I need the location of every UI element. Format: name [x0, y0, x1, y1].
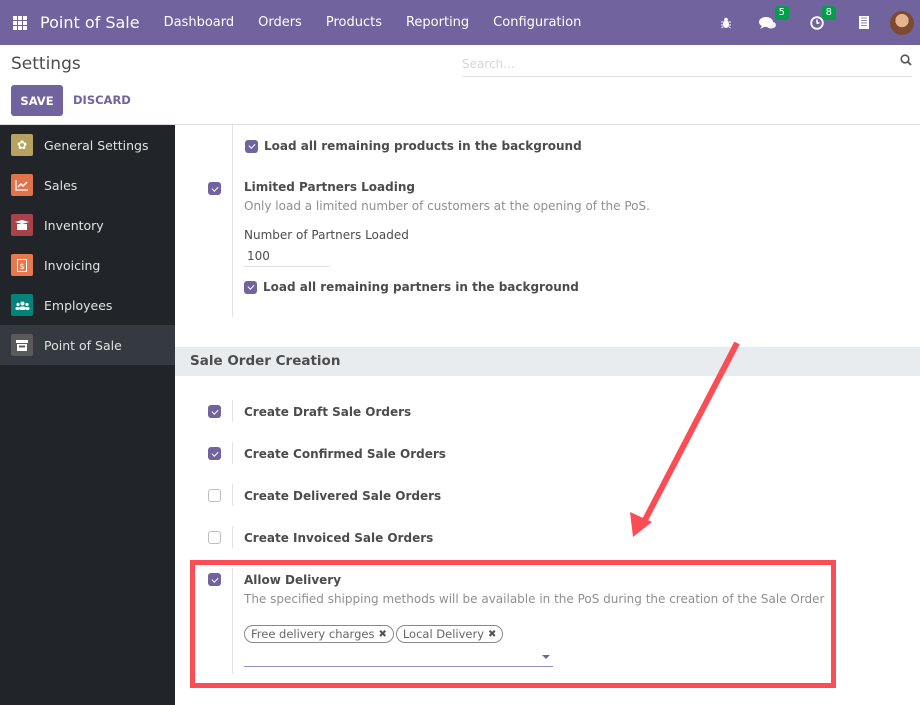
create-confirmed-label: Create Confirmed Sale Orders	[244, 447, 446, 461]
nav-dashboard[interactable]: Dashboard	[152, 15, 247, 30]
box-icon	[11, 214, 33, 236]
shipping-methods-dropdown[interactable]	[244, 649, 553, 667]
shipping-methods-tags: Free delivery charges ✖ Local Delivery ✖	[244, 625, 825, 643]
svg-text:$: $	[19, 262, 24, 271]
partners-loaded-input[interactable]	[244, 246, 330, 267]
tag-label: Free delivery charges	[251, 627, 375, 641]
load-partners-bg-setting: Load all remaining partners in the backg…	[244, 280, 650, 294]
control-panel: Settings SAVE DISCARD	[0, 45, 920, 125]
partners-loaded-field-label: Number of Partners Loaded	[244, 228, 409, 242]
users-icon	[11, 294, 33, 316]
settings-content: Load all remaining products in the backg…	[175, 125, 920, 705]
gear-icon: ✿	[11, 134, 33, 156]
limited-partners-description: Only load a limited number of customers …	[244, 199, 650, 213]
remove-tag-icon[interactable]: ✖	[378, 629, 386, 640]
activities-clock-icon[interactable]: 8	[810, 5, 836, 30]
tag-free-delivery-charges: Free delivery charges ✖	[244, 625, 394, 643]
create-confirmed-checkbox[interactable]	[208, 447, 221, 460]
activities-count-badge: 8	[821, 5, 836, 20]
allow-delivery-description: The specified shipping methods will be a…	[244, 592, 825, 606]
sidebar-item-label: General Settings	[44, 137, 149, 153]
create-draft-checkbox[interactable]	[208, 405, 221, 418]
allow-delivery-checkbox[interactable]	[208, 573, 221, 586]
invoice-icon: $	[11, 254, 33, 276]
sidebar-item-label: Invoicing	[44, 257, 101, 273]
nav-orders[interactable]: Orders	[246, 15, 314, 30]
setting-divider	[232, 177, 233, 317]
tag-local-delivery: Local Delivery ✖	[395, 625, 504, 643]
settings-sidebar: ✿ General Settings Sales Inventory $ Inv…	[0, 125, 175, 705]
top-navbar: Point of Sale Dashboard Orders Products …	[0, 0, 920, 45]
sidebar-item-label: Point of Sale	[44, 337, 122, 353]
load-partners-bg-label: Load all remaining partners in the backg…	[263, 280, 579, 294]
sidebar-item-sales[interactable]: Sales	[0, 165, 175, 205]
create-invoiced-label: Create Invoiced Sale Orders	[244, 531, 434, 545]
debug-bug-icon[interactable]	[720, 17, 732, 29]
search-box	[462, 53, 912, 77]
setting-divider	[232, 442, 233, 464]
sidebar-item-employees[interactable]: Employees	[0, 285, 175, 325]
search-input[interactable]	[462, 53, 882, 75]
discard-button[interactable]: DISCARD	[73, 93, 131, 107]
store-icon	[11, 334, 33, 356]
messages-count-badge: 5	[774, 5, 789, 20]
sidebar-item-label: Employees	[44, 297, 113, 313]
limited-partners-checkbox[interactable]	[208, 182, 221, 195]
sidebar-item-general-settings[interactable]: ✿ General Settings	[0, 125, 175, 165]
sidebar-item-label: Sales	[44, 177, 78, 193]
section-header-sale-order-creation: Sale Order Creation	[175, 347, 920, 376]
load-products-bg-checkbox[interactable]	[245, 139, 258, 153]
create-draft-label: Create Draft Sale Orders	[244, 405, 412, 419]
save-button[interactable]: SAVE	[11, 85, 63, 116]
sidebar-item-label: Inventory	[44, 217, 104, 233]
app-brand[interactable]: Point of Sale	[40, 13, 140, 32]
messages-icon[interactable]: 5	[759, 5, 789, 30]
nav-configuration[interactable]: Configuration	[481, 15, 593, 30]
sidebar-item-point-of-sale[interactable]: Point of Sale	[0, 325, 175, 365]
tag-label: Local Delivery	[402, 627, 485, 641]
create-delivered-checkbox[interactable]	[208, 489, 221, 502]
search-icon[interactable]	[900, 54, 912, 69]
load-products-bg-label: Load all remaining products in the backg…	[264, 139, 582, 153]
nav-products[interactable]: Products	[314, 15, 394, 30]
setting-divider	[232, 400, 233, 422]
setting-divider	[232, 568, 233, 674]
chart-line-icon	[11, 174, 33, 196]
allow-delivery-label: Allow Delivery	[244, 573, 342, 587]
setting-divider	[232, 484, 233, 506]
load-products-bg-setting: Load all remaining products in the backg…	[245, 139, 582, 153]
page-title: Settings	[11, 54, 81, 74]
load-partners-bg-checkbox[interactable]	[244, 280, 257, 294]
nav-reporting[interactable]: Reporting	[394, 15, 481, 30]
create-delivered-label: Create Delivered Sale Orders	[244, 489, 442, 503]
remove-tag-icon[interactable]: ✖	[488, 629, 496, 640]
allow-delivery-setting: Allow Delivery The specified shipping me…	[244, 573, 825, 667]
sidebar-item-inventory[interactable]: Inventory	[0, 205, 175, 245]
create-invoiced-checkbox[interactable]	[208, 531, 221, 544]
caret-down-icon[interactable]	[542, 655, 550, 659]
user-avatar[interactable]	[890, 10, 914, 35]
sidebar-item-invoicing[interactable]: $ Invoicing	[0, 245, 175, 285]
limited-partners-label: Limited Partners Loading	[244, 180, 415, 194]
company-building-icon[interactable]	[859, 16, 869, 29]
setting-divider	[232, 526, 233, 548]
apps-menu-icon[interactable]	[13, 15, 27, 30]
limited-partners-setting: Limited Partners Loading Only load a lim…	[244, 180, 650, 294]
